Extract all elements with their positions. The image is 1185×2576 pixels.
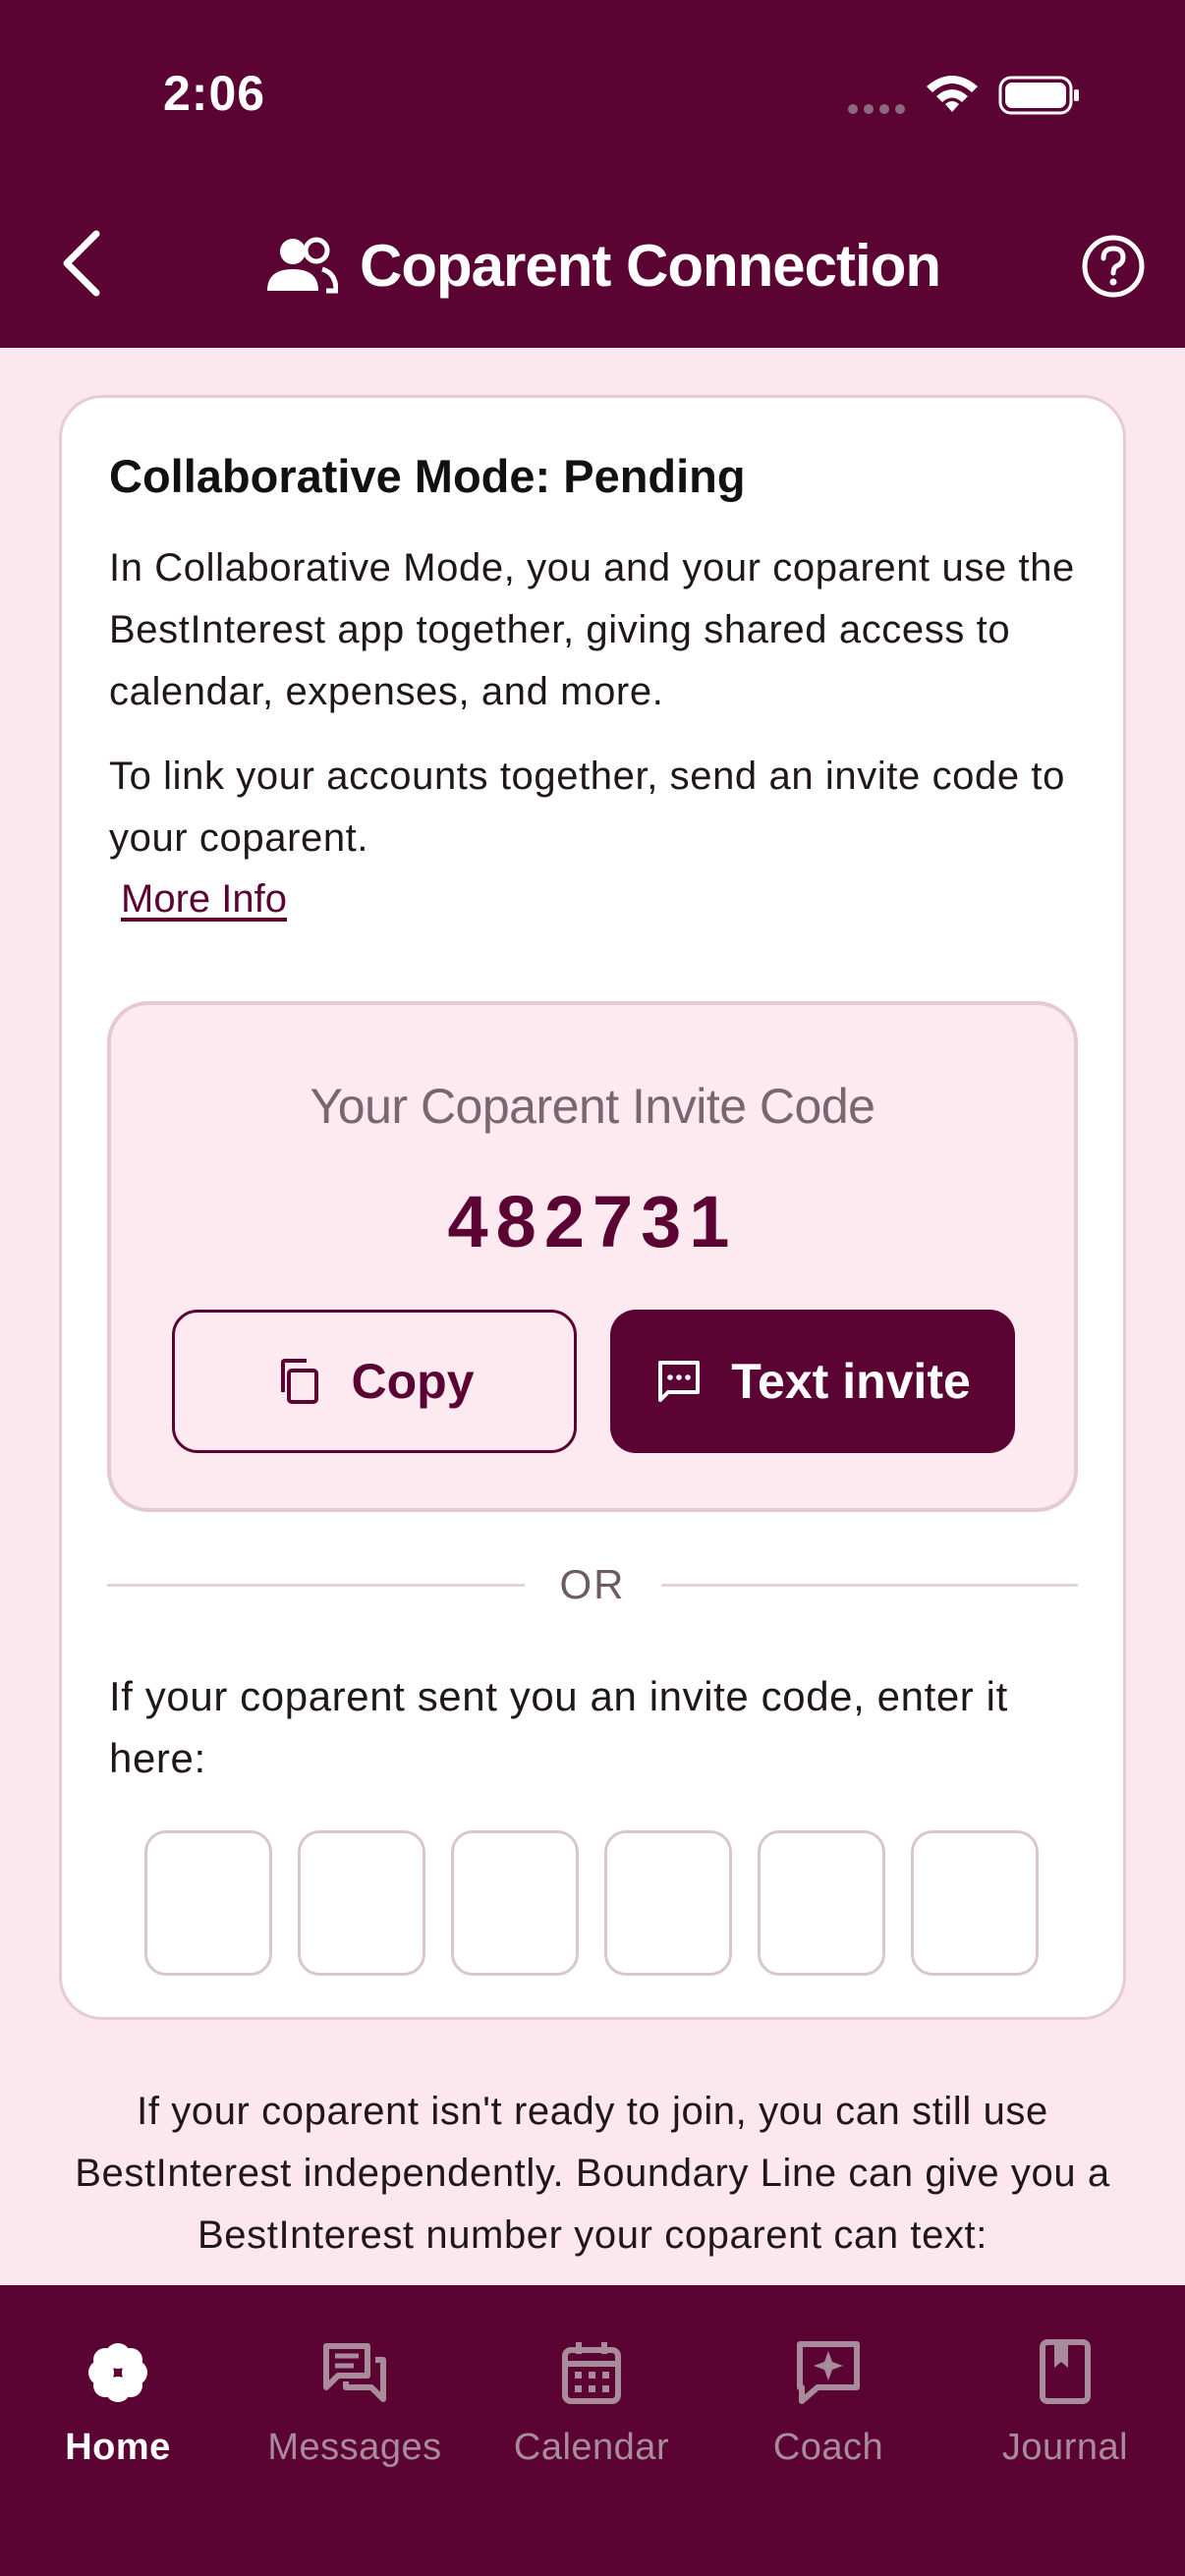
code-digit-input-1[interactable] <box>144 1830 272 1976</box>
status-time: 2:06 <box>163 66 266 121</box>
help-icon[interactable] <box>1081 234 1146 299</box>
collaborative-description: In Collaborative Mode, you and your copa… <box>109 546 1075 713</box>
nav-label-calendar: Calendar <box>513 2427 670 2468</box>
signal-dots-icon <box>848 104 905 114</box>
text-invite-button-label: Text invite <box>731 1354 971 1409</box>
nav-item-messages[interactable]: Messages <box>237 2315 473 2511</box>
independent-use-text: If your coparent isn't ready to join, yo… <box>75 2090 1110 2257</box>
copy-icon <box>280 1359 318 1404</box>
enter-code-prompt: If your coparent sent you an invite code… <box>109 1673 1008 1781</box>
wifi-icon <box>927 76 978 112</box>
calendar-icon <box>562 2342 621 2404</box>
copy-button[interactable]: Copy <box>172 1310 577 1453</box>
collaborative-mode-card: Collaborative Mode: Pending In Collabora… <box>59 395 1126 2020</box>
page-title: Coparent Connection <box>360 232 941 299</box>
nav-item-journal[interactable]: Journal <box>947 2315 1183 2511</box>
back-chevron-icon[interactable] <box>55 226 108 301</box>
bottom-nav: Home Messages Calendar Coach Journal <box>0 2285 1185 2576</box>
nav-item-calendar[interactable]: Calendar <box>474 2315 709 2511</box>
divider-line <box>107 1583 525 1587</box>
nav-label-coach: Coach <box>772 2427 884 2468</box>
nav-label-messages: Messages <box>267 2427 442 2468</box>
nav-label-home: Home <box>65 2427 171 2468</box>
coach-sparkle-icon <box>797 2341 860 2404</box>
code-digit-input-3[interactable] <box>451 1830 579 1976</box>
divider-line <box>660 1583 1078 1587</box>
code-digit-input-4[interactable] <box>604 1830 732 1976</box>
clover-icon <box>88 2343 147 2402</box>
code-digit-input-2[interactable] <box>298 1830 425 1976</box>
or-label: OR <box>559 1561 626 1607</box>
messages-icon <box>323 2343 386 2402</box>
people-icon <box>267 237 338 294</box>
battery-icon <box>998 76 1079 115</box>
nav-label-journal: Journal <box>1001 2427 1129 2468</box>
code-digit-input-5[interactable] <box>758 1830 885 1976</box>
card-title: Collaborative Mode: Pending <box>109 450 746 502</box>
journal-icon <box>1040 2339 1091 2404</box>
invite-code: 482731 <box>447 1181 738 1262</box>
link-instructions: To link your accounts together, send an … <box>109 755 1065 860</box>
invite-code-box: Your Coparent Invite Code 482731 Copy Te… <box>107 1001 1078 1512</box>
message-icon <box>658 1361 701 1402</box>
more-info-link[interactable]: More Info <box>121 877 287 922</box>
nav-item-home[interactable]: Home <box>0 2315 236 2511</box>
text-invite-button[interactable]: Text invite <box>610 1310 1015 1453</box>
app-header: 2:06 Coparent Connection <box>0 0 1185 348</box>
or-divider: OR <box>107 1555 1078 1614</box>
title-group: Coparent Connection <box>265 224 941 307</box>
code-digit-input-6[interactable] <box>911 1830 1039 1976</box>
invite-code-label: Your Coparent Invite Code <box>310 1079 875 1134</box>
copy-button-label: Copy <box>351 1354 475 1409</box>
nav-item-coach[interactable]: Coach <box>710 2315 946 2511</box>
